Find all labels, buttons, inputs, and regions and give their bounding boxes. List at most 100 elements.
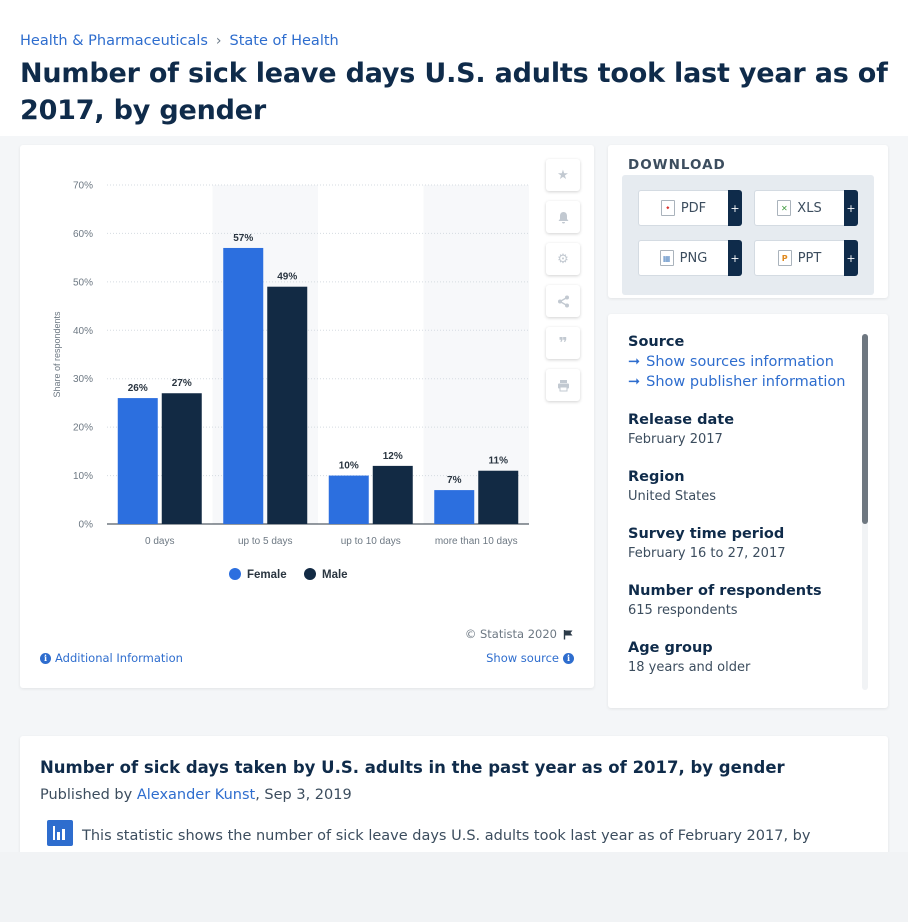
bar-male-0[interactable] — [161, 393, 202, 524]
release-date-label: Release date — [628, 412, 735, 428]
legend-label-female[interactable]: Female — [247, 569, 287, 581]
published-prefix: Published by — [40, 787, 133, 803]
favorite-button[interactable]: ★ — [546, 159, 580, 191]
bar-female-0[interactable] — [117, 398, 158, 524]
y-tick-label: 0% — [79, 520, 94, 531]
y-tick-label: 30% — [73, 374, 93, 385]
copyright: © Statista 2020 — [465, 627, 574, 641]
y-axis-label: Share of respondents — [52, 311, 62, 398]
survey-period-label: Survey time period — [628, 526, 785, 542]
download-card: DOWNLOAD ⬩ PDF + ✕ XLS + ▦ PNG + P PPT + — [608, 145, 888, 298]
download-options: ⬩ PDF + ✕ XLS + ▦ PNG + P PPT + — [622, 175, 874, 295]
x-tick-label: up to 5 days — [238, 536, 292, 547]
info-list: Source ➞ Show sources information ➞ Show p… — [628, 334, 860, 697]
breadcrumb-link-health[interactable]: Health & Pharmaceuticals — [20, 33, 208, 49]
data-label: 57% — [233, 233, 253, 244]
ppt-file-icon: P — [777, 250, 792, 266]
download-pdf-button[interactable]: ⬩ PDF + — [638, 190, 742, 226]
download-xls-button[interactable]: ✕ XLS + — [754, 190, 858, 226]
pdf-file-icon: ⬩ — [660, 200, 675, 216]
release-date-value: February 2017 — [628, 432, 723, 447]
download-ppt-button[interactable]: P PPT + — [754, 240, 858, 276]
xls-plus-icon[interactable]: + — [844, 190, 858, 226]
data-label: 10% — [339, 461, 359, 472]
xls-file-icon: ✕ — [777, 200, 792, 216]
download-pdf-label: PDF — [680, 200, 707, 216]
author-link[interactable]: Alexander Kunst — [137, 787, 255, 803]
x-tick-label: 0 days — [145, 536, 174, 547]
respondents-value: 615 respondents — [628, 603, 738, 618]
show-sources-label: Show sources information — [646, 354, 834, 370]
show-source-link[interactable]: Show source i — [486, 651, 574, 665]
legend-marker-female[interactable] — [229, 568, 241, 580]
region-label: Region — [628, 469, 685, 485]
y-tick-label: 40% — [73, 326, 93, 337]
data-label: 26% — [128, 383, 148, 394]
info-scrollbar-thumb[interactable] — [862, 334, 868, 524]
arrow-right-icon: ➞ — [628, 374, 641, 390]
download-xls-label: XLS — [797, 200, 822, 216]
age-group-label: Age group — [628, 640, 713, 656]
data-label: 11% — [489, 456, 509, 467]
bar-male-2[interactable] — [372, 465, 413, 524]
print-icon — [557, 379, 569, 391]
bar-female-1[interactable] — [223, 247, 264, 524]
x-tick-label: up to 10 days — [341, 536, 401, 547]
y-tick-label: 60% — [73, 229, 93, 240]
legend-marker-male[interactable] — [304, 568, 316, 580]
region-value: United States — [628, 489, 717, 504]
bar-female-3[interactable] — [434, 490, 475, 524]
png-plus-icon[interactable]: + — [728, 240, 742, 276]
data-label: 12% — [383, 451, 403, 462]
breadcrumb: Health & Pharmaceuticals › State of Heal… — [20, 33, 339, 49]
flag-icon[interactable] — [563, 629, 574, 640]
published-date: , Sep 3, 2019 — [255, 787, 352, 803]
source-label: Source — [628, 334, 685, 350]
ppt-plus-icon[interactable]: + — [844, 240, 858, 276]
settings-button[interactable]: ⚙ — [546, 243, 580, 275]
breadcrumb-separator: › — [215, 33, 222, 49]
y-tick-label: 20% — [73, 423, 93, 434]
download-heading: DOWNLOAD — [628, 157, 726, 173]
bar-male-1[interactable] — [267, 286, 308, 524]
show-publisher-label: Show publisher information — [646, 374, 846, 390]
show-sources-link[interactable]: ➞ Show sources information — [628, 354, 860, 370]
bar-male-3[interactable] — [478, 470, 519, 524]
y-tick-label: 50% — [73, 277, 93, 288]
download-png-label: PNG — [679, 250, 708, 266]
data-label: 49% — [277, 272, 297, 283]
print-button[interactable] — [546, 369, 580, 401]
description-text: This statistic shows the number of sick … — [82, 828, 811, 844]
survey-period-value: February 16 to 27, 2017 — [628, 546, 786, 561]
pdf-plus-icon[interactable]: + — [728, 190, 742, 226]
quote-icon: ❞ — [558, 334, 568, 352]
share-button[interactable] — [546, 285, 580, 317]
bar-chart-icon — [47, 820, 73, 846]
notification-button[interactable] — [546, 201, 580, 233]
published-by: Published by Alexander Kunst, Sep 3, 201… — [40, 787, 352, 803]
additional-information-label: Additional Information — [55, 651, 183, 665]
age-group-value: 18 years and older — [628, 660, 751, 675]
info-icon: i — [563, 652, 574, 664]
description-title: Number of sick days taken by U.S. adults… — [40, 758, 785, 777]
arrow-right-icon: ➞ — [628, 354, 641, 370]
share-icon — [557, 295, 569, 307]
bar-female-2[interactable] — [328, 475, 369, 524]
download-png-button[interactable]: ▦ PNG + — [638, 240, 742, 276]
download-ppt-label: PPT — [797, 250, 822, 266]
respondents-label: Number of respondents — [628, 583, 822, 599]
show-source-label: Show source — [486, 651, 559, 665]
additional-information-link[interactable]: i Additional Information — [40, 651, 183, 665]
png-file-icon: ▦ — [659, 250, 674, 266]
chart-card: 0% 10% 20% 30% 40% 50% 60% 70% Share of responde… — [20, 145, 594, 688]
gear-icon: ⚙ — [557, 251, 569, 267]
show-publisher-link[interactable]: ➞ Show publisher information — [628, 374, 860, 390]
cite-button[interactable]: ❞ — [546, 327, 580, 359]
breadcrumb-link-state-of-health[interactable]: State of Health — [230, 33, 339, 49]
legend-label-male[interactable]: Male — [322, 569, 348, 581]
y-tick-label: 70% — [73, 181, 93, 192]
data-label: 7% — [447, 475, 462, 486]
data-label: 27% — [172, 378, 192, 389]
y-tick-label: 10% — [73, 471, 93, 482]
copyright-text: © Statista 2020 — [464, 627, 557, 641]
